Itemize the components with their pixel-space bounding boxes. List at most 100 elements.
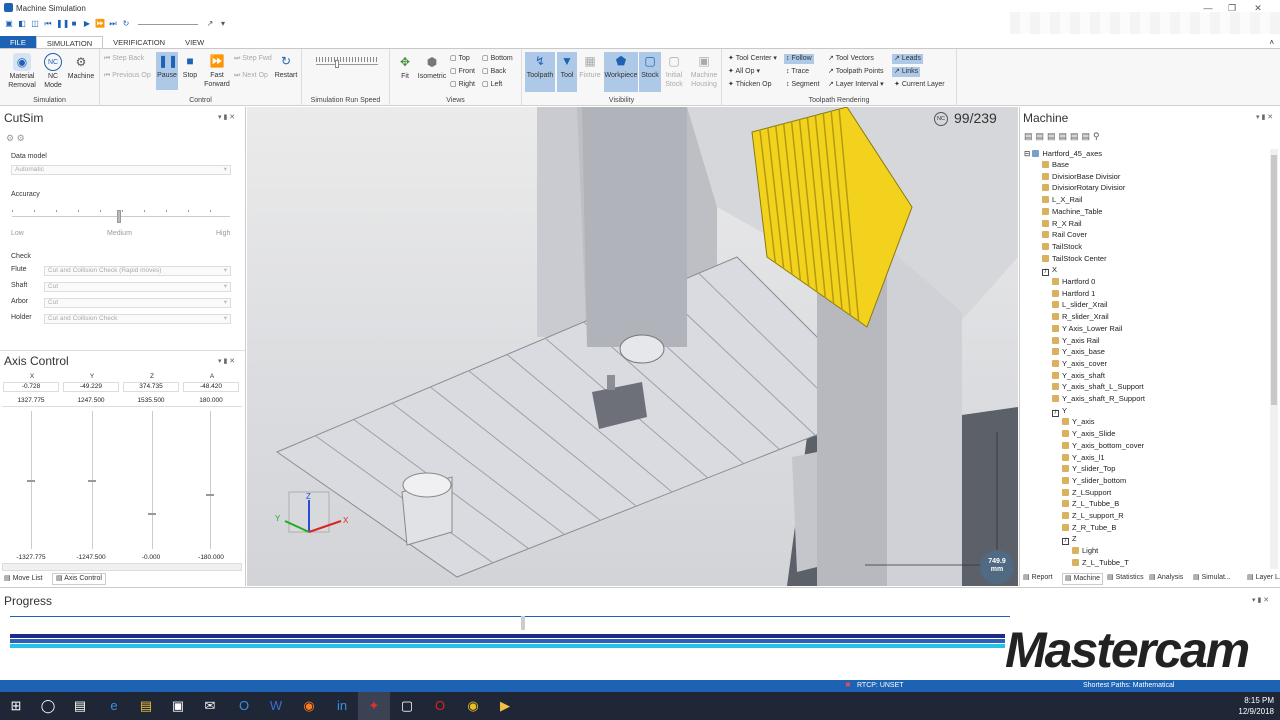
- tool-vectors-toggle[interactable]: ↗ Tool Vectors: [828, 54, 874, 64]
- tree-item[interactable]: Y_axis_l1: [1062, 452, 1105, 463]
- tab-verification[interactable]: VERIFICATION: [103, 36, 175, 48]
- tree-item[interactable]: L_X_Rail: [1042, 194, 1082, 205]
- segment-toggle[interactable]: ↕ Segment: [786, 80, 819, 90]
- fixture-toggle[interactable]: ▦ Fixture: [578, 52, 602, 80]
- axis-a-input[interactable]: -48.420: [183, 382, 239, 392]
- tree-item[interactable]: Rail Cover: [1042, 229, 1087, 240]
- mastercam-taskbar-icon[interactable]: ✦: [358, 692, 390, 720]
- run-speed-thumb[interactable]: [335, 60, 339, 68]
- back-view-button[interactable]: ▢ Back: [482, 67, 506, 77]
- previous-op-button[interactable]: ⏮ Previous Op: [104, 71, 151, 81]
- layer-interval-dropdown[interactable]: ↗ Layer Interval ▾: [828, 80, 884, 90]
- nc-mode-button[interactable]: NC NC Mode: [40, 53, 66, 90]
- pointer-icon[interactable]: ↗: [205, 19, 215, 29]
- holder-select[interactable]: Cut and Collision Check ▾: [44, 314, 231, 324]
- toolpath-toggle[interactable]: ↯ Toolpath: [525, 52, 555, 92]
- panel-pin-icon[interactable]: ▾ ▮ ✕: [1252, 596, 1269, 604]
- axis-slider-knob[interactable]: [148, 513, 156, 516]
- machine-housing-toggle[interactable]: ▣ Machine Housing: [688, 52, 720, 89]
- tree-item[interactable]: Y_axis_cover: [1052, 358, 1107, 369]
- tree-toolbar-icons[interactable]: ▤▤▤▤▤▤⚲: [1024, 131, 1103, 142]
- simulation-viewport[interactable]: Z X Y NC 99/239 749.9 mm: [247, 107, 1018, 586]
- trace-toggle[interactable]: ↕ Trace: [786, 67, 809, 77]
- tab-statistics[interactable]: ▤ Statistics: [1107, 573, 1144, 583]
- tree-item[interactable]: Y_axis: [1062, 416, 1095, 427]
- tree-item[interactable]: Y_slider_Top: [1062, 463, 1115, 474]
- tree-item[interactable]: Z_L_support_R: [1062, 510, 1124, 521]
- next-op-button[interactable]: ⏭ Next Op: [234, 71, 268, 81]
- tree-axis-node[interactable]: / X: [1042, 264, 1057, 277]
- flute-select[interactable]: Cut and Collision Check (Rapid moves) ▾: [44, 266, 231, 276]
- workpiece-toggle[interactable]: ⬟ Workpiece: [604, 52, 638, 92]
- fast-forward-button[interactable]: ⏩ Fast Forward: [202, 52, 232, 89]
- fast-forward-icon[interactable]: ⏩: [95, 19, 105, 29]
- left-view-button[interactable]: ▢ Left: [482, 80, 502, 90]
- tab-report[interactable]: ▤ Report: [1023, 573, 1053, 583]
- pause-icon[interactable]: ❚❚: [56, 19, 69, 29]
- tab-simulation[interactable]: SIMULATION: [35, 36, 104, 48]
- terminal-icon[interactable]: ▢: [391, 692, 423, 720]
- tool-toggle[interactable]: ▼ Tool: [557, 52, 577, 92]
- file-explorer-icon[interactable]: ▤: [130, 692, 162, 720]
- right-view-button[interactable]: ▢ Right: [450, 80, 475, 90]
- fit-button[interactable]: ✥ Fit: [394, 53, 416, 81]
- word-icon[interactable]: W: [260, 692, 292, 720]
- current-layer-toggle[interactable]: ✦ Current Layer: [894, 80, 945, 90]
- restart-button[interactable]: ↻ Restart: [272, 52, 300, 80]
- speed-slider-mini[interactable]: [138, 23, 198, 25]
- tree-item[interactable]: Light: [1072, 545, 1098, 556]
- axis-slider-knob[interactable]: [27, 480, 35, 482]
- tree-item[interactable]: Y Axis_Lower Rail: [1052, 323, 1122, 334]
- tree-item[interactable]: DivisiorRotary Divisior: [1042, 182, 1125, 193]
- tree-axis-node[interactable]: / Z: [1062, 533, 1077, 546]
- tree-item[interactable]: Base: [1042, 159, 1069, 170]
- machine-button[interactable]: ⚙ Machine: [66, 53, 96, 81]
- axis-z-input[interactable]: 374.735: [123, 382, 179, 392]
- thicken-op-button[interactable]: ✦ Thicken Op: [728, 80, 771, 90]
- tree-item[interactable]: Hartford 0: [1052, 276, 1095, 287]
- axis-slider-knob[interactable]: [88, 480, 96, 482]
- tree-item[interactable]: Y_axis_Slide: [1062, 428, 1115, 439]
- axis-slider-knob[interactable]: [206, 493, 214, 496]
- tree-item[interactable]: Y_axis Rail: [1052, 335, 1100, 346]
- axis-y-input[interactable]: -49.229: [63, 382, 119, 392]
- tab-analysis[interactable]: ▤ Analysis: [1149, 573, 1183, 583]
- axis-x-input[interactable]: -0.728: [3, 382, 59, 392]
- top-view-button[interactable]: ▢ Top: [450, 54, 470, 64]
- tab-simulat[interactable]: ▤ Simulat...: [1193, 573, 1231, 583]
- restart-icon[interactable]: ↻: [121, 19, 131, 29]
- run-speed-slider[interactable]: [316, 64, 378, 65]
- tree-item[interactable]: Y_slider_bottom: [1062, 475, 1126, 486]
- tree-item[interactable]: Y_axis_base: [1052, 346, 1105, 357]
- tree-item[interactable]: R_X Rail: [1042, 218, 1082, 229]
- accuracy-thumb[interactable]: [117, 210, 121, 223]
- tab-move-list[interactable]: ▤ Move List: [4, 574, 43, 584]
- tree-item[interactable]: Z_L_Tubbe_B: [1062, 498, 1119, 509]
- material-removal-button[interactable]: ◉ Material Removal: [4, 53, 40, 90]
- chrome-icon[interactable]: ◉: [457, 692, 489, 720]
- linkedin-icon[interactable]: in: [326, 692, 358, 720]
- step-back-button[interactable]: ⏮ Step Back: [104, 54, 144, 64]
- toolpath-points-toggle[interactable]: ↗ Toolpath Points: [828, 67, 884, 77]
- follow-toggle[interactable]: ↕ Follow: [784, 54, 814, 64]
- search-icon[interactable]: ◯: [32, 692, 64, 720]
- progress-marker[interactable]: [521, 616, 525, 630]
- tool-center-dropdown[interactable]: ✦ Tool Center ▾: [728, 54, 777, 64]
- accuracy-slider[interactable]: [12, 216, 230, 217]
- tree-item[interactable]: TailStock: [1042, 241, 1082, 252]
- tree-item[interactable]: Y_axis_shaft: [1052, 370, 1105, 381]
- opera-icon[interactable]: O: [424, 692, 456, 720]
- step-fwd-button[interactable]: ⏭ Step Fwd: [234, 54, 272, 64]
- store-icon[interactable]: ▣: [162, 692, 194, 720]
- windows-start-icon[interactable]: ⊞: [0, 692, 32, 720]
- initial-stock-toggle[interactable]: ▢ Initial Stock: [662, 52, 686, 89]
- tab-machine[interactable]: ▤ Machine: [1062, 573, 1104, 585]
- links-toggle[interactable]: ↗ Links: [892, 67, 921, 77]
- tree-item[interactable]: Z_LSupport: [1062, 487, 1111, 498]
- tree-item[interactable]: Machine_Table: [1042, 206, 1102, 217]
- edge-icon[interactable]: e: [98, 692, 130, 720]
- step-back-icon[interactable]: ⏮: [43, 19, 53, 29]
- next-icon[interactable]: ⏭: [108, 19, 118, 29]
- task-view-icon[interactable]: ▤: [64, 692, 96, 720]
- tree-item[interactable]: Y_axis_shaft_R_Support: [1052, 393, 1145, 404]
